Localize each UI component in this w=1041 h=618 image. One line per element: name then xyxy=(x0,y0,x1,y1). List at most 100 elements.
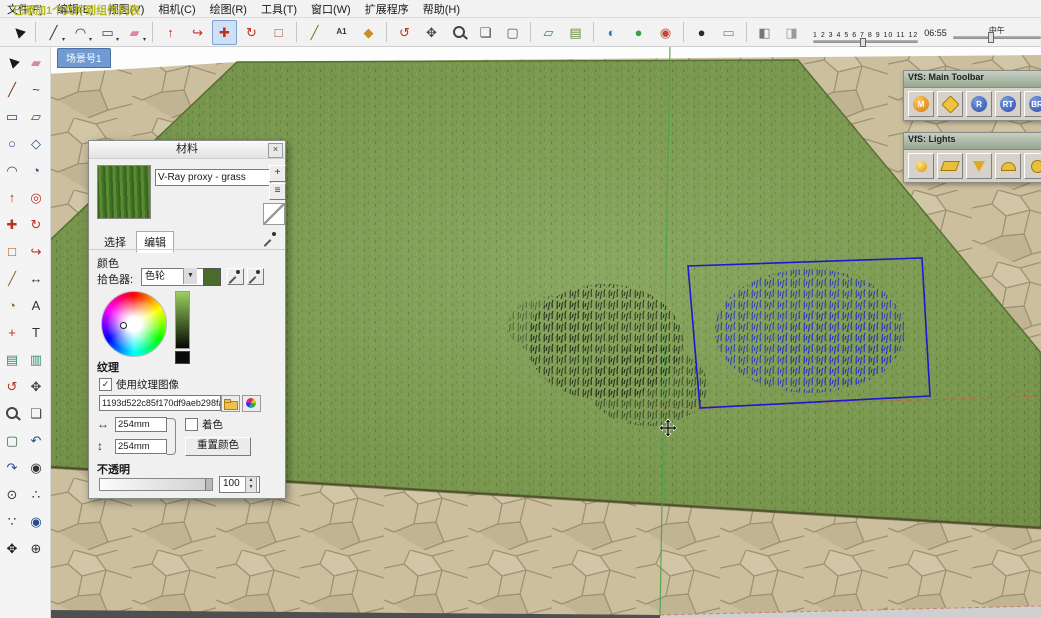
vray-render-button[interactable]: R xyxy=(966,91,992,117)
menu-help[interactable]: 帮助(H) xyxy=(416,0,467,18)
current-color-swatch[interactable] xyxy=(203,268,221,286)
line-tool[interactable]: ╱ xyxy=(1,77,23,101)
line-tool[interactable]: ╱ ▾ xyxy=(41,20,66,45)
previous-view-tool[interactable]: ↶ xyxy=(25,428,47,452)
freehand-tool[interactable]: ~ xyxy=(25,77,47,101)
menu-extensions[interactable]: 扩展程序 xyxy=(358,0,416,18)
time-slider-thumb[interactable] xyxy=(988,32,994,43)
sample-paint-eyedropper-icon[interactable] xyxy=(263,231,277,245)
match-screen-color-button[interactable] xyxy=(247,268,264,285)
toolbar-separator[interactable] xyxy=(152,22,153,42)
next-view-tool[interactable]: ↷ xyxy=(1,455,23,479)
zoom-view-tool[interactable]: ⊕ xyxy=(25,536,47,560)
position-camera-tool[interactable]: ◉ xyxy=(25,455,47,479)
scale-tool[interactable]: □ xyxy=(1,239,23,263)
lock-aspect-ratio-icon[interactable] xyxy=(167,418,176,455)
color-value-slider[interactable] xyxy=(175,291,190,349)
vray-asset-button[interactable] xyxy=(937,91,963,117)
shadow-toggle-button[interactable]: ◨ xyxy=(779,20,804,45)
vray-material-editor-button[interactable]: M xyxy=(908,91,934,117)
texture-height-input[interactable]: 254mm xyxy=(115,439,167,454)
paint-bucket-tool[interactable]: ◆ xyxy=(356,20,381,45)
vfs-lights-title[interactable]: VfS: Lights xyxy=(904,133,1041,150)
menu-camera[interactable]: 相机(C) xyxy=(151,0,202,18)
polygon-tool[interactable]: ◇ xyxy=(25,131,47,155)
eraser-tool[interactable]: ▰ ▾ xyxy=(122,20,147,45)
material-preview-thumbnail[interactable] xyxy=(97,165,151,219)
tape-measure-tool[interactable]: ╱ xyxy=(302,20,327,45)
toolbar-separator[interactable] xyxy=(530,22,531,42)
omni-light-button[interactable] xyxy=(908,153,934,179)
followme-tool[interactable]: ↪ xyxy=(25,239,47,263)
look-tool-alt[interactable]: ◉ xyxy=(25,509,47,533)
section-plane-tool[interactable]: ▱ xyxy=(536,20,561,45)
opacity-slider[interactable] xyxy=(99,478,213,491)
scene-tab[interactable]: 场景号1 xyxy=(57,48,111,68)
move-tool[interactable]: ✚ xyxy=(1,212,23,236)
zoom-extents-tool[interactable]: ▢ xyxy=(500,20,525,45)
chevron-down-icon[interactable]: ▼ xyxy=(183,268,197,284)
reset-color-button[interactable]: 重置颜色 xyxy=(185,437,251,456)
zoom-tool[interactable] xyxy=(1,401,23,425)
orbit-tool[interactable]: ↺ xyxy=(1,374,23,398)
circle-tool[interactable]: ○ xyxy=(1,131,23,155)
shadow-time-slider[interactable]: 中午 xyxy=(953,25,1041,43)
edit-texture-image-button[interactable] xyxy=(242,395,261,412)
vray-batch-render-button[interactable]: BR xyxy=(1024,91,1041,117)
text-tool[interactable]: A xyxy=(25,293,47,317)
vray-asset-editor-button[interactable]: ◐ xyxy=(599,20,624,45)
menu-tools[interactable]: 工具(T) xyxy=(254,0,304,18)
arc-tool[interactable]: ◠ xyxy=(1,158,23,182)
rotated-rectangle-tool[interactable]: ▱ xyxy=(25,104,47,128)
match-model-color-button[interactable] xyxy=(227,268,244,285)
zoom-window-tool[interactable]: ❏ xyxy=(25,401,47,425)
material-name-input[interactable]: V-Ray proxy - grass xyxy=(155,169,271,186)
sphere-light-button[interactable] xyxy=(1024,153,1041,179)
toolbar-separator[interactable] xyxy=(683,22,684,42)
toolbar-separator[interactable] xyxy=(386,22,387,42)
opacity-spinner-buttons[interactable]: ▲▼ xyxy=(245,476,257,493)
move-tool[interactable]: ✚ xyxy=(212,20,237,45)
dome-light-button[interactable] xyxy=(995,153,1021,179)
shape-tool[interactable]: ▭ ▾ xyxy=(95,20,120,45)
offset-tool[interactable]: ◎ xyxy=(25,185,47,209)
eraser-tool[interactable]: ▰ xyxy=(25,50,47,74)
time-slider-track[interactable] xyxy=(953,36,1041,39)
materials-dialog-title[interactable]: 材料 xyxy=(89,141,285,159)
vray-material-list-button[interactable]: ● xyxy=(626,20,651,45)
use-texture-checkbox[interactable]: ✓ xyxy=(99,378,112,391)
vray-frame-buffer-button[interactable]: ▭ xyxy=(716,20,741,45)
zoom-extents-tool[interactable]: ▢ xyxy=(1,428,23,452)
colorize-checkbox[interactable] xyxy=(185,418,198,431)
pushpull-tool[interactable]: ↑ xyxy=(158,20,183,45)
protractor-tool[interactable]: ◔ xyxy=(1,293,23,317)
menu-draw[interactable]: 绘图(R) xyxy=(203,0,254,18)
select-tool[interactable]: ▶ xyxy=(1,50,23,74)
rotate-tool[interactable]: ↻ xyxy=(25,212,47,236)
menu-window[interactable]: 窗口(W) xyxy=(304,0,358,18)
shadow-dialog-button[interactable]: ◧ xyxy=(752,20,777,45)
walk-tool[interactable]: ∴ xyxy=(25,482,47,506)
section-display-tool[interactable]: ▤ xyxy=(563,20,588,45)
toolbar-separator[interactable] xyxy=(35,22,36,42)
pushpull-tool[interactable]: ↑ xyxy=(1,185,23,209)
arc-tool[interactable]: ◠ ▾ xyxy=(68,20,93,45)
pan-tool[interactable]: ✥ xyxy=(419,20,444,45)
pan-tool[interactable]: ✥ xyxy=(25,374,47,398)
create-material-button[interactable]: + xyxy=(269,165,286,182)
zoom-window-tool[interactable]: ❏ xyxy=(473,20,498,45)
select-tool[interactable]: ▶ xyxy=(5,20,30,45)
texture-file-input[interactable]: 1193d522c85f170df9aeb298fa xyxy=(99,395,221,411)
close-icon[interactable]: × xyxy=(268,143,283,158)
rectangle-tool[interactable]: ▭ xyxy=(1,104,23,128)
section-plane-tool[interactable]: ▤ xyxy=(1,347,23,371)
axes-tool[interactable]: + xyxy=(1,320,23,344)
browse-texture-button[interactable] xyxy=(221,395,240,412)
pie-tool[interactable]: ◔ xyxy=(25,158,47,182)
shadow-month-slider[interactable]: 1 2 3 4 5 6 7 8 9 10 11 12 xyxy=(813,32,918,43)
toolbar-separator[interactable] xyxy=(746,22,747,42)
toolbar-separator[interactable] xyxy=(296,22,297,42)
followme-tool[interactable]: ↪ xyxy=(185,20,210,45)
month-slider-track[interactable] xyxy=(813,40,918,43)
vray-render-button[interactable]: ● xyxy=(689,20,714,45)
